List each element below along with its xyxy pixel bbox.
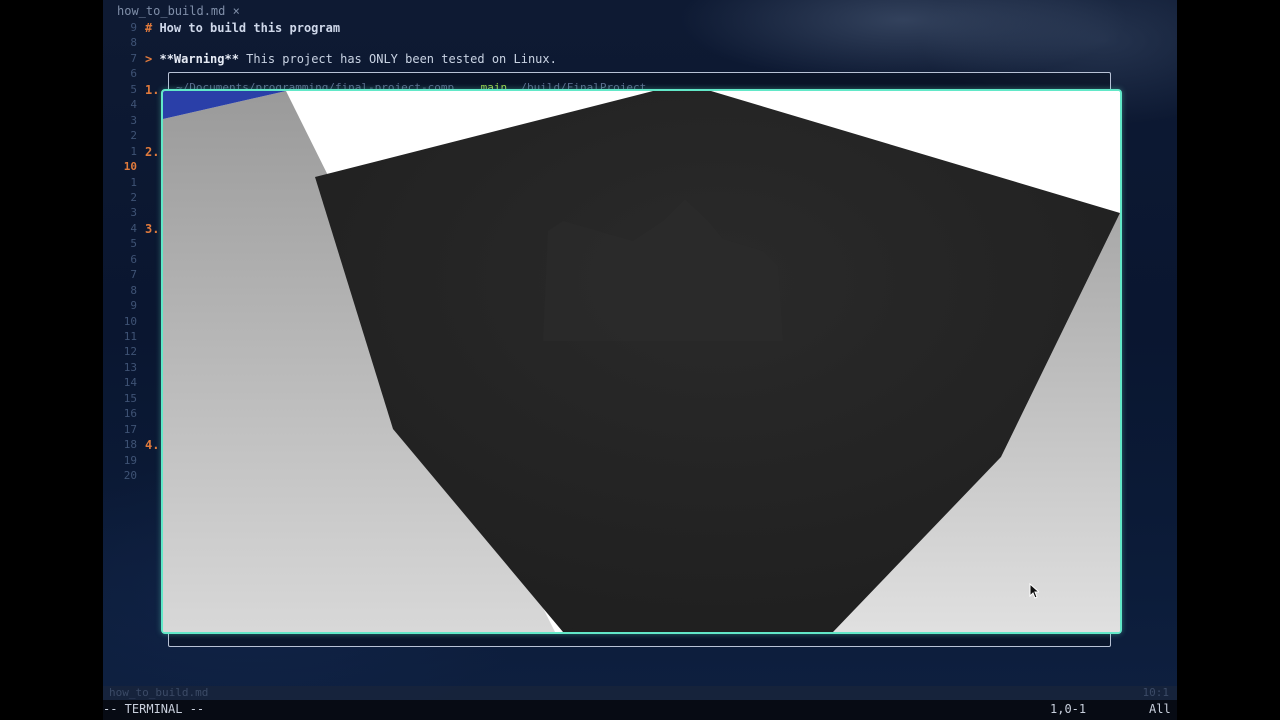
blockquote-marker: > (145, 52, 153, 66)
line-number: 1 (130, 145, 137, 158)
line-number: 13 (123, 361, 137, 374)
line-number: 7 (130, 268, 137, 281)
line-number: 18 (123, 438, 137, 451)
buffer-tab[interactable]: how_to_build.md × (117, 4, 240, 18)
line-number: 5 (130, 237, 137, 250)
line-number: 9 (130, 299, 137, 312)
line-number: 6 (130, 253, 137, 266)
line-number: 7 (130, 52, 137, 65)
markdown-heading[interactable]: # How to build this program (145, 21, 340, 35)
markdown-blockquote[interactable]: > **Warning** This project has ONLY been… (145, 52, 557, 66)
render-scene (163, 91, 1120, 632)
line-number: 14 (123, 376, 137, 389)
line-number: 19 (123, 454, 137, 467)
bold-text: **Warning** (159, 52, 239, 66)
modeline: -- TERMINAL -- 1,0-1 All (103, 700, 1177, 720)
line-number: 6 (130, 67, 137, 80)
screen: how_to_build.md × 9 # How to build this p… (0, 0, 1280, 720)
list-marker: 3. (145, 222, 160, 236)
line-number: 3 (130, 114, 137, 127)
statusline: how_to_build.md 10:1 (103, 686, 1177, 700)
line-number: 3 (130, 206, 137, 219)
line-number: 17 (123, 423, 137, 436)
list-marker: 1. (145, 83, 160, 97)
line-number: 15 (123, 392, 137, 405)
mouse-cursor-icon (1029, 583, 1039, 599)
list-marker: 2. (145, 145, 160, 159)
line-number: 10 (123, 315, 137, 328)
list-marker: 4. (145, 438, 160, 452)
line-number: 5 (130, 83, 137, 96)
line-text: How to build this program (152, 21, 341, 35)
line-number: 1 (130, 176, 137, 189)
line-number: 16 (123, 407, 137, 420)
line-text: This project has ONLY been tested on Lin… (238, 52, 557, 66)
statusline-position: 10:1 (1142, 686, 1170, 699)
line-number: 4 (130, 98, 137, 111)
line-number: 4 (130, 222, 137, 235)
mode-indicator: -- TERMINAL -- (103, 702, 205, 716)
scroll-indicator: All (1149, 702, 1171, 716)
line-number: 11 (123, 330, 137, 343)
render-window[interactable] (161, 89, 1122, 634)
cursor-ruler: 1,0-1 (1050, 702, 1087, 716)
statusline-filename: how_to_build.md (109, 686, 209, 699)
line-number: 2 (130, 191, 137, 204)
line-number: 9 (130, 21, 137, 34)
line-number: 10 (123, 160, 137, 173)
line-number: 12 (123, 345, 137, 358)
line-number: 20 (123, 469, 137, 482)
line-number: 8 (130, 36, 137, 49)
line-number: 8 (130, 284, 137, 297)
line-number: 2 (130, 129, 137, 142)
